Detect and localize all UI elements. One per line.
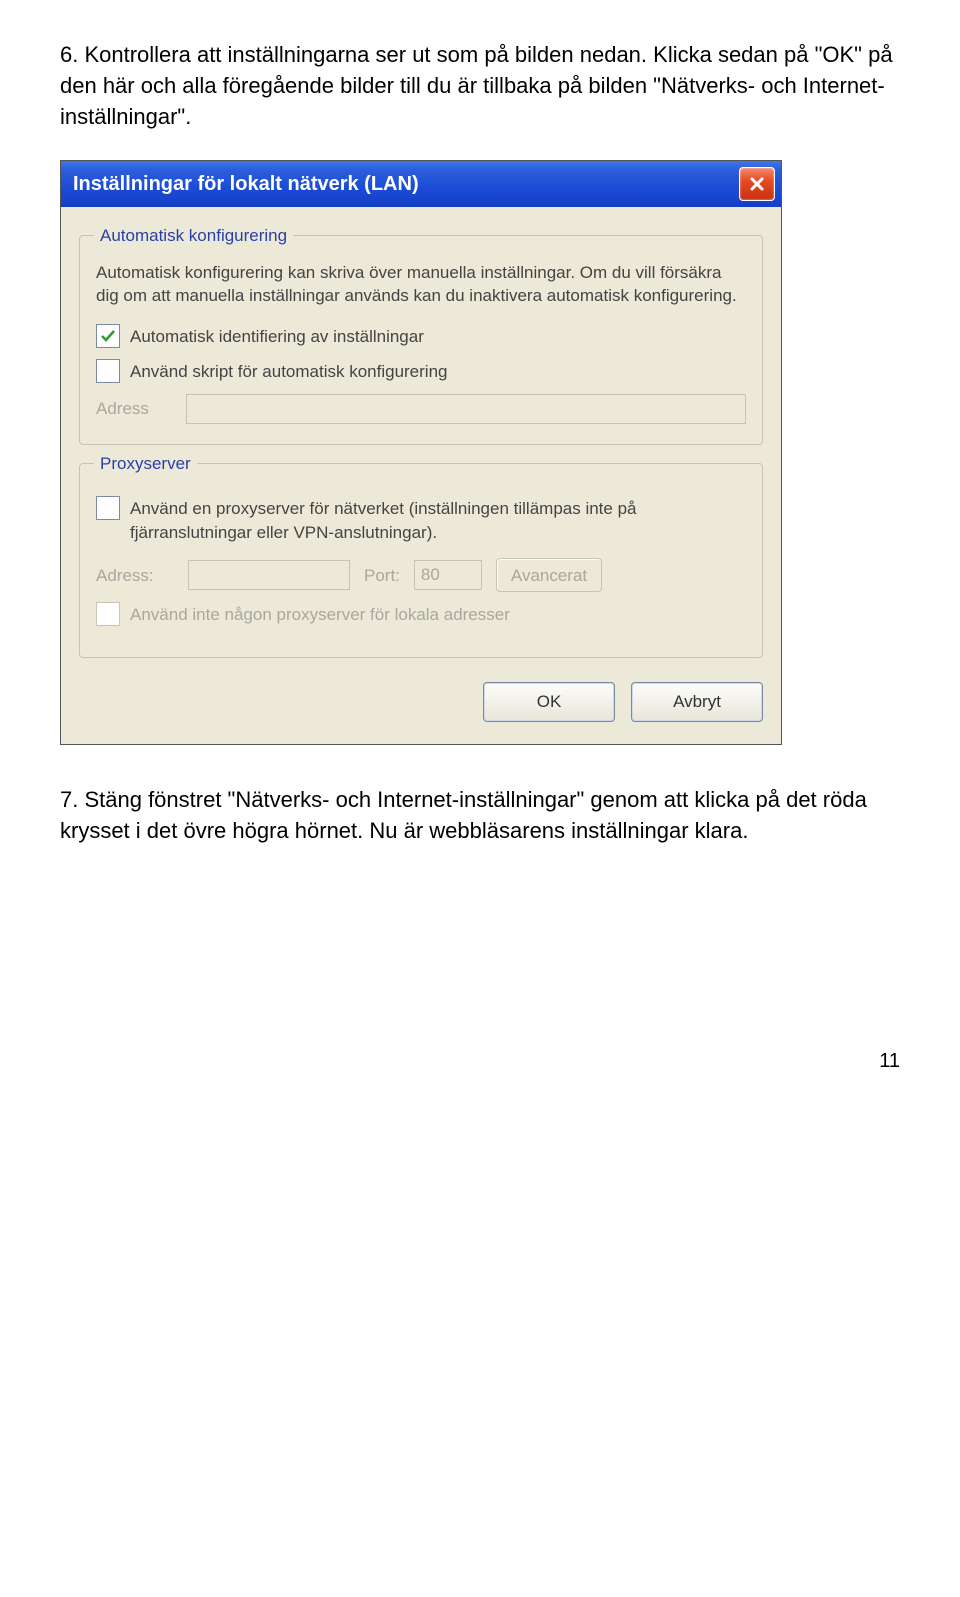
group-proxy-title: Proxyserver	[94, 452, 197, 476]
proxy-address-row: Adress: Port: 80 Avancerat	[96, 558, 746, 592]
checkbox-use-proxy-label: Använd en proxyserver för nätverket (ins…	[130, 497, 746, 545]
lan-settings-dialog: Inställningar för lokalt nätverk (LAN) A…	[60, 160, 782, 745]
dialog-title: Inställningar för lokalt nätverk (LAN)	[73, 170, 419, 198]
ok-button[interactable]: OK	[483, 682, 615, 722]
proxy-port-input: 80	[414, 560, 482, 590]
proxy-address-label: Adress:	[96, 564, 174, 588]
proxy-port-label: Port:	[364, 564, 400, 588]
step-7-text: 7. Stäng fönstret "Nätverks- och Interne…	[60, 785, 900, 847]
script-address-label: Adress	[96, 397, 186, 421]
script-address-row: Adress	[96, 394, 746, 424]
dialog-body: Automatisk konfigurering Automatisk konf…	[61, 207, 781, 744]
page-number: 11	[60, 1047, 900, 1075]
checkbox-auto-detect-label: Automatisk identifiering av inställninga…	[130, 325, 424, 349]
checkbox-use-script[interactable]	[96, 359, 120, 383]
group-proxy: Proxyserver Använd en proxyserver för nä…	[79, 463, 763, 658]
auto-config-desc: Automatisk konfigurering kan skriva över…	[96, 262, 746, 308]
checkbox-row-bypass-local: Använd inte någon proxyserver för lokala…	[96, 602, 746, 627]
checkbox-bypass-local	[96, 602, 120, 626]
checkbox-auto-detect[interactable]	[96, 324, 120, 348]
step-6-text: 6. Kontrollera att inställningarna ser u…	[60, 40, 900, 132]
close-icon	[749, 176, 765, 192]
script-address-input	[186, 394, 746, 424]
checkbox-use-script-label: Använd skript för automatisk konfigureri…	[130, 360, 448, 384]
checkbox-row-use-proxy[interactable]: Använd en proxyserver för nätverket (ins…	[96, 496, 746, 545]
cancel-button[interactable]: Avbryt	[631, 682, 763, 722]
advanced-button: Avancerat	[496, 558, 602, 592]
proxy-address-input	[188, 560, 350, 590]
checkbox-use-proxy[interactable]	[96, 496, 120, 520]
checkbox-row-auto-detect[interactable]: Automatisk identifiering av inställninga…	[96, 324, 746, 349]
group-auto-config: Automatisk konfigurering Automatisk konf…	[79, 235, 763, 444]
dialog-titlebar: Inställningar för lokalt nätverk (LAN)	[61, 161, 781, 207]
group-auto-config-title: Automatisk konfigurering	[94, 224, 293, 248]
dialog-close-button[interactable]	[739, 167, 775, 201]
checkbox-bypass-local-label: Använd inte någon proxyserver för lokala…	[130, 603, 510, 627]
dialog-button-bar: OK Avbryt	[79, 676, 763, 726]
checkmark-icon	[100, 328, 116, 344]
checkbox-row-use-script[interactable]: Använd skript för automatisk konfigureri…	[96, 359, 746, 384]
